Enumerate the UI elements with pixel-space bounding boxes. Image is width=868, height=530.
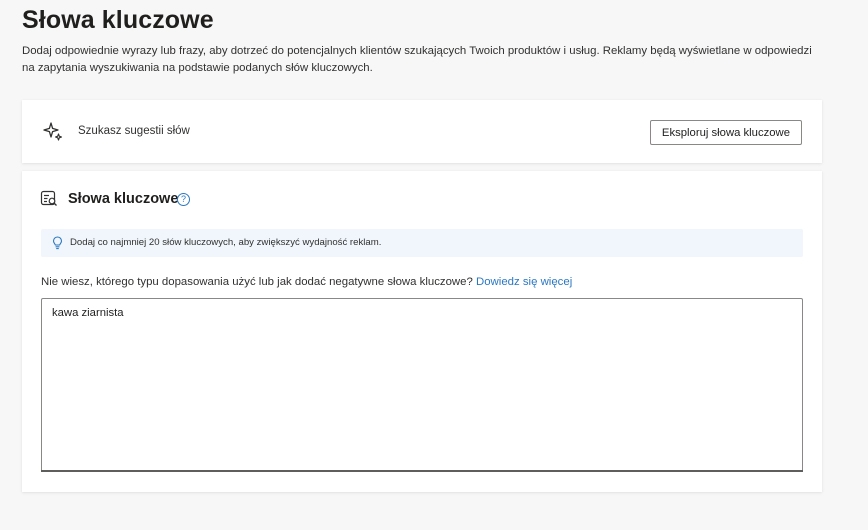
keywords-card: Słowa kluczowe ? Dodaj co najmniej 20 sł… <box>22 171 822 492</box>
keywords-textarea[interactable]: kawa ziarnista <box>41 298 803 472</box>
page-title: Słowa kluczowe <box>22 6 214 34</box>
keyword-list-icon <box>40 190 58 208</box>
keywords-title: Słowa kluczowe <box>68 191 179 207</box>
lightbulb-icon <box>51 236 64 250</box>
info-message-text: Dodaj co najmniej 20 słów kluczowych, ab… <box>70 237 382 248</box>
sparkle-icon <box>42 121 64 143</box>
hint-text: Nie wiesz, którego typu dopasowania użyć… <box>41 276 473 288</box>
info-message-bar: Dodaj co najmniej 20 słów kluczowych, ab… <box>41 229 803 257</box>
suggestions-label: Szukasz sugestii słów <box>78 125 190 137</box>
help-icon[interactable]: ? <box>177 193 190 206</box>
page-description: Dodaj odpowiednie wyrazy lub frazy, aby … <box>22 45 812 74</box>
keyword-suggestions-card: Szukasz sugestii słów Eksploruj słowa kl… <box>22 100 822 163</box>
explore-keywords-button[interactable]: Eksploruj słowa kluczowe <box>649 120 802 145</box>
learn-more-link[interactable]: Dowiedz się więcej <box>476 276 572 288</box>
textarea-bottom-border <box>41 470 803 472</box>
match-type-hint: Nie wiesz, którego typu dopasowania użyć… <box>41 276 572 288</box>
page: Słowa kluczowe Dodaj odpowiednie wyrazy … <box>0 0 868 530</box>
